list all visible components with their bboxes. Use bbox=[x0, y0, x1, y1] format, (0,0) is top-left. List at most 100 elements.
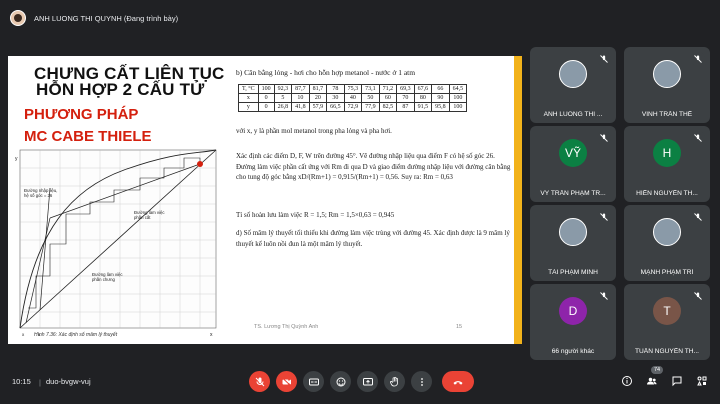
camera-toggle-button[interactable] bbox=[276, 371, 297, 392]
avatar: H bbox=[653, 139, 681, 167]
table-cell: 71,2 bbox=[378, 84, 398, 94]
hand-icon bbox=[389, 376, 398, 386]
table-cell: T, °C bbox=[238, 84, 259, 94]
leave-call-button[interactable] bbox=[442, 371, 474, 392]
table-cell: x bbox=[238, 93, 259, 103]
presentation-stage: CHƯNG CẤT LIÊN TỤC HỖN HỢP 2 CẤU TỬ PHƯƠ… bbox=[8, 56, 522, 344]
table-cell: 78 bbox=[326, 84, 345, 94]
table-cell: 87 bbox=[396, 102, 415, 112]
table-cell: 30 bbox=[326, 93, 345, 103]
participant-tile[interactable]: VỸ VỸ TRẦN PHẠM TR... bbox=[530, 126, 616, 202]
participant-name: VINH TRẦN THẾ bbox=[641, 111, 693, 118]
participant-tile[interactable]: MẠNH PHẠM TRÍ bbox=[624, 205, 710, 281]
table-cell: y bbox=[238, 102, 259, 112]
info-icon bbox=[622, 376, 632, 386]
meeting-info-button[interactable] bbox=[620, 374, 634, 388]
table-cell: 90 bbox=[431, 93, 450, 103]
table-cell: 100 bbox=[448, 93, 468, 103]
table-cell: 100 bbox=[448, 102, 468, 112]
table-cell: 41,8 bbox=[291, 102, 310, 112]
raise-hand-button[interactable] bbox=[384, 371, 405, 392]
table-row: y 0 26,8 41,8 57,9 66,5 72,9 77,9 82,5 87 91,5 95,8… bbox=[238, 102, 468, 112]
paragraph-2: Xác định các điểm D, F, W trên đường 45°… bbox=[236, 152, 511, 181]
slide-accent-bar bbox=[514, 56, 522, 344]
table-cell: 95,8 bbox=[431, 102, 450, 112]
table-cell: 72,9 bbox=[343, 102, 363, 112]
participant-tile[interactable]: T TUẤN NGUYỄN TH... bbox=[624, 284, 710, 360]
participant-name: TUẤN NGUYỄN TH... bbox=[635, 348, 699, 355]
participant-tile[interactable]: ANH LUONG THI ... bbox=[530, 47, 616, 123]
emoji-icon bbox=[336, 377, 345, 386]
avatar bbox=[653, 218, 681, 246]
captions-button[interactable] bbox=[303, 371, 324, 392]
participant-count-badge: 74 bbox=[651, 366, 664, 374]
table-cell: 100 bbox=[257, 84, 275, 94]
participant-name: VỸ TRẦN PHẠM TR... bbox=[540, 190, 606, 197]
slide-number: 15 bbox=[456, 324, 463, 330]
table-cell: 66,5 bbox=[326, 102, 345, 112]
present-button[interactable] bbox=[357, 371, 378, 392]
avatar: VỸ bbox=[559, 139, 587, 167]
section-heading: b) Cân bằng lỏng - hơi cho hỗn hợp metan… bbox=[236, 68, 416, 77]
participant-tile[interactable]: H HIỀN NGUYỄN TH... bbox=[624, 126, 710, 202]
activities-button[interactable] bbox=[695, 374, 709, 388]
vle-table: T, °C 100 92,3 87,7 81,7 78 75,3 73,1 71,2 69,3 67… bbox=[238, 84, 468, 112]
participant-tile[interactable]: D 66 người khác bbox=[530, 284, 616, 360]
mic-muted-icon bbox=[691, 131, 705, 145]
figure-caption: Hình 7.36: Xác định số mâm lý thuyết bbox=[34, 332, 118, 338]
participant-tile[interactable]: TÀI PHẠM MINH bbox=[530, 205, 616, 281]
table-cell: 80 bbox=[413, 93, 433, 103]
y-axis-label: y bbox=[15, 156, 18, 162]
participant-name: TÀI PHẠM MINH bbox=[548, 269, 598, 276]
table-row: T, °C 100 92,3 87,7 81,7 78 75,3 73,1 71,2 69,3 67… bbox=[238, 84, 468, 94]
mic-muted-icon bbox=[597, 52, 611, 66]
paragraph-3: Tỉ số hoàn lưu làm việc R = 1,5; Rm = 1,… bbox=[236, 211, 395, 219]
table-cell: 81,7 bbox=[308, 84, 328, 94]
more-options-button[interactable] bbox=[411, 371, 432, 392]
mic-toggle-button[interactable] bbox=[249, 371, 270, 392]
table-row: x 0 5 10 20 30 40 50 60 70 80 90 100 bbox=[238, 93, 468, 103]
xw-label: x bbox=[22, 332, 25, 337]
chat-button[interactable] bbox=[670, 374, 684, 388]
table-cell: 26,8 bbox=[273, 102, 293, 112]
table-cell: 60 bbox=[378, 93, 398, 103]
hang-up-icon bbox=[453, 380, 463, 384]
table-cell: 0 bbox=[257, 93, 275, 103]
table-cell: 66 bbox=[431, 84, 450, 94]
distillate-point bbox=[197, 161, 203, 167]
emoji-button[interactable] bbox=[330, 371, 351, 392]
activities-icon bbox=[697, 376, 707, 386]
table-cell: 91,5 bbox=[413, 102, 433, 112]
mic-muted-icon bbox=[691, 210, 705, 224]
avatar bbox=[559, 218, 587, 246]
table-cell: 69,3 bbox=[396, 84, 415, 94]
avatar: D bbox=[559, 297, 587, 325]
meeting-code: duo-bvgw-vuj bbox=[46, 377, 91, 386]
presenter-label: ANH LUONG THI QUYNH (Đang trình bày) bbox=[34, 13, 179, 23]
present-screen-icon bbox=[362, 377, 373, 385]
bottom-divider: | bbox=[39, 378, 41, 387]
table-cell: 67,6 bbox=[413, 84, 433, 94]
slide-subtitle-1: PHƯƠNG PHÁP bbox=[24, 106, 139, 123]
table-cell: 5 bbox=[273, 93, 293, 103]
presenter-avatar bbox=[10, 10, 26, 26]
participant-tile[interactable]: VINH TRẦN THẾ bbox=[624, 47, 710, 123]
mic-muted-icon bbox=[691, 52, 705, 66]
slide-subtitle-2: MC CABE THIELE bbox=[24, 128, 152, 145]
mic-muted-icon bbox=[597, 210, 611, 224]
table-cell: 10 bbox=[291, 93, 310, 103]
avatar bbox=[559, 60, 587, 88]
slide-left-panel: CHƯNG CẤT LIÊN TỤC HỖN HỢP 2 CẤU TỬ PHƯƠ… bbox=[8, 56, 228, 344]
people-button[interactable] bbox=[645, 374, 659, 388]
slide-title-line2: HỖN HỢP 2 CẤU TỬ bbox=[36, 80, 205, 99]
slide-right-panel: b) Cân bằng lỏng - hơi cho hỗn hợp metan… bbox=[230, 56, 514, 344]
x-axis-label: x bbox=[210, 332, 213, 338]
participant-name: HIỀN NGUYỄN TH... bbox=[636, 190, 698, 197]
paragraph-4: d) Số mâm lý thuyết tối thiểu khi đường … bbox=[236, 229, 510, 248]
people-icon bbox=[647, 377, 657, 385]
clock: 10:15 bbox=[12, 377, 31, 386]
avatar bbox=[653, 60, 681, 88]
table-cell: 82,5 bbox=[378, 102, 398, 112]
table-cell: 64,5 bbox=[448, 84, 468, 94]
top-bar: ANH LUONG THI QUYNH (Đang trình bày) bbox=[0, 0, 720, 36]
